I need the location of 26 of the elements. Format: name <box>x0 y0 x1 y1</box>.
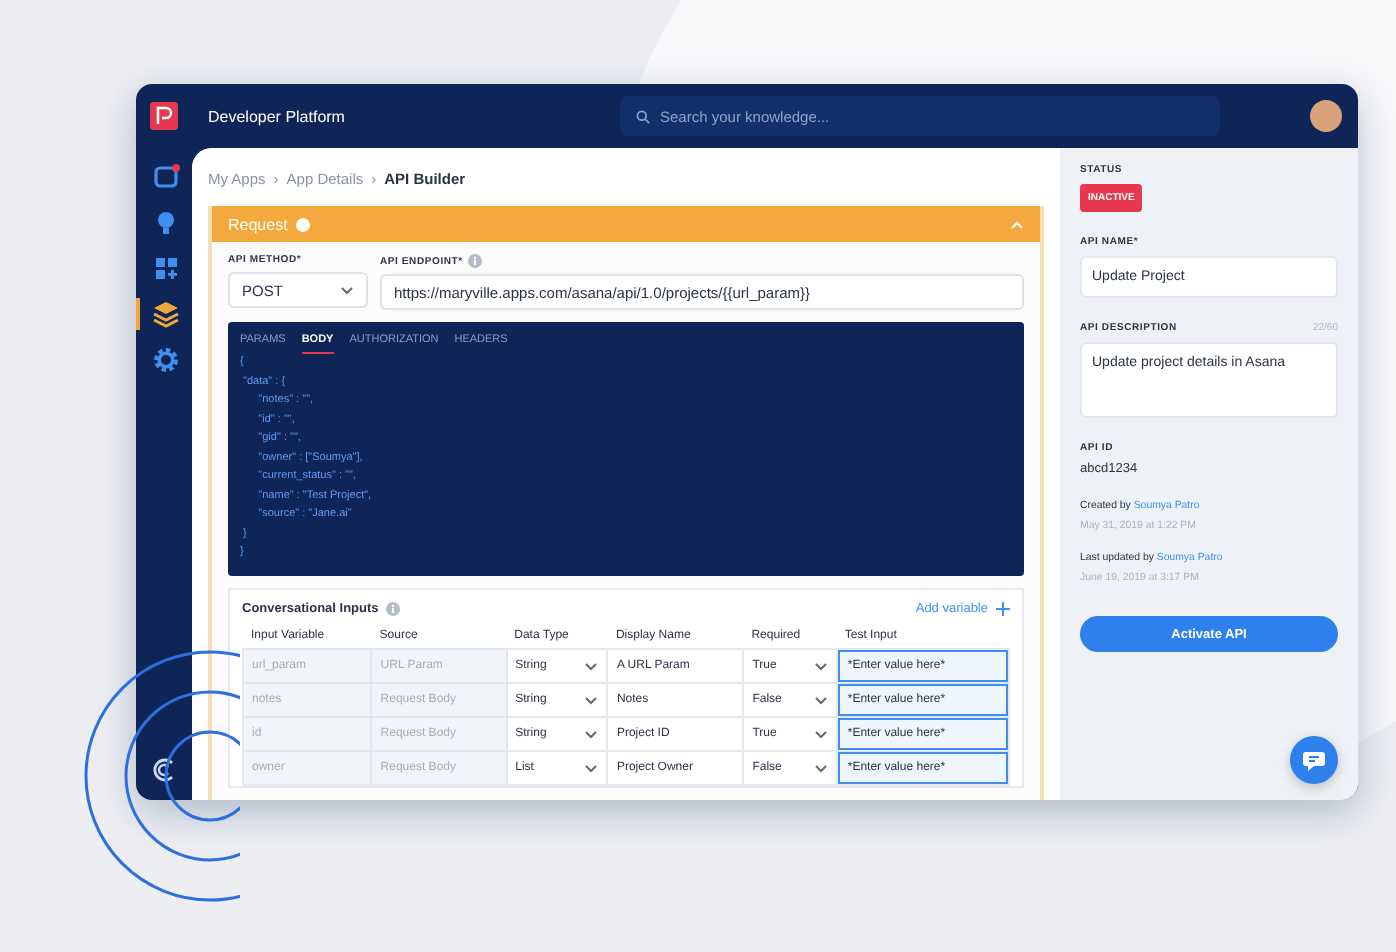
search-icon <box>636 109 650 123</box>
chevron-down-icon <box>340 285 354 295</box>
avatar[interactable] <box>1310 100 1342 132</box>
chevron-down-icon <box>813 695 828 705</box>
window-title: Developer Platform <box>208 107 347 125</box>
info-icon <box>295 217 310 231</box>
crescent-logo-icon <box>150 756 178 784</box>
apps-grid-icon <box>156 258 179 281</box>
chevron-down-icon <box>584 729 599 739</box>
chevron-down-icon <box>584 763 599 773</box>
chevron-down-icon <box>813 661 828 671</box>
info-icon <box>386 602 401 616</box>
chat-icon <box>1302 749 1326 771</box>
section-title: Request <box>228 215 288 233</box>
lightbulb-icon <box>158 212 174 234</box>
chevron-down-icon <box>584 661 599 671</box>
info-icon <box>468 254 483 268</box>
chevron-down-icon <box>584 695 599 705</box>
gear-icon <box>154 348 178 372</box>
plus-icon <box>996 602 1010 616</box>
chevron-down-icon <box>813 763 828 773</box>
chevron-down-icon <box>813 729 828 739</box>
logo-icon <box>150 102 178 130</box>
chat-button[interactable] <box>1290 736 1338 784</box>
layers-icon <box>153 302 179 328</box>
inbox-icon <box>154 164 180 188</box>
